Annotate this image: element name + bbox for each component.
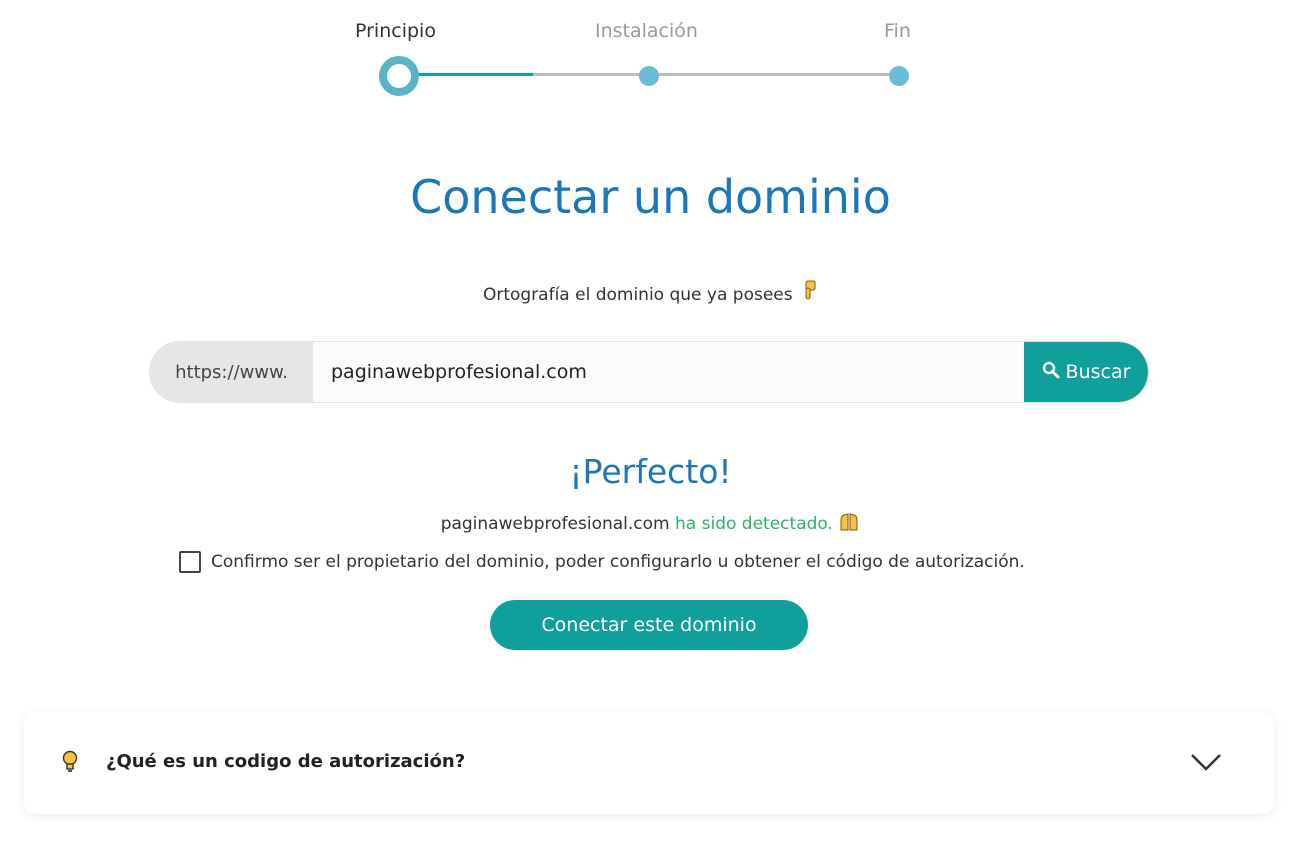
step-dot-instalacion xyxy=(639,66,659,86)
domain-input[interactable] xyxy=(313,342,1024,402)
domain-search-bar: https://www. Buscar xyxy=(149,341,1149,403)
search-button[interactable]: Buscar xyxy=(1024,342,1148,402)
step-label-instalacion: Instalación xyxy=(595,20,698,42)
faq-question: ¿Qué es un codigo de autorización? xyxy=(106,751,466,772)
stepper-progress-done xyxy=(418,73,533,76)
lightbulb-icon xyxy=(60,750,80,778)
pointing-down-icon xyxy=(802,280,818,305)
result-heading: ¡Perfecto! xyxy=(569,452,732,491)
owner-confirmation[interactable]: Confirmo ser el propietario del dominio,… xyxy=(179,551,1025,573)
owner-confirmation-label: Confirmo ser el propietario del dominio,… xyxy=(211,552,1025,572)
detection-message: paginawebprofesional.com ha sido detecta… xyxy=(0,512,1301,534)
step-dot-fin xyxy=(889,66,909,86)
stepper-progress-track xyxy=(533,73,899,76)
owner-checkbox[interactable] xyxy=(179,551,201,573)
progress-stepper: Principio Instalación Fin xyxy=(0,0,1301,110)
connect-domain-button[interactable]: Conectar este dominio xyxy=(490,600,808,650)
step-label-fin: Fin xyxy=(884,20,911,42)
step-dot-current xyxy=(379,56,419,96)
faq-accordion[interactable]: ¿Qué es un codigo de autorización? xyxy=(24,712,1274,814)
detected-status: ha sido detectado. xyxy=(675,514,833,534)
chevron-down-icon[interactable] xyxy=(1190,752,1222,776)
page-title: Conectar un dominio xyxy=(410,170,891,224)
instruction-label: Ortografía el dominio que ya posees xyxy=(482,285,793,305)
detected-domain: paginawebprofesional.com xyxy=(440,514,670,534)
search-button-label: Buscar xyxy=(1065,361,1131,383)
url-prefix: https://www. xyxy=(150,342,313,402)
raised-hands-icon xyxy=(838,513,860,534)
search-icon xyxy=(1042,361,1060,384)
step-label-principio: Principio xyxy=(355,20,436,42)
instruction-text: Ortografía el dominio que ya posees xyxy=(0,280,1301,305)
